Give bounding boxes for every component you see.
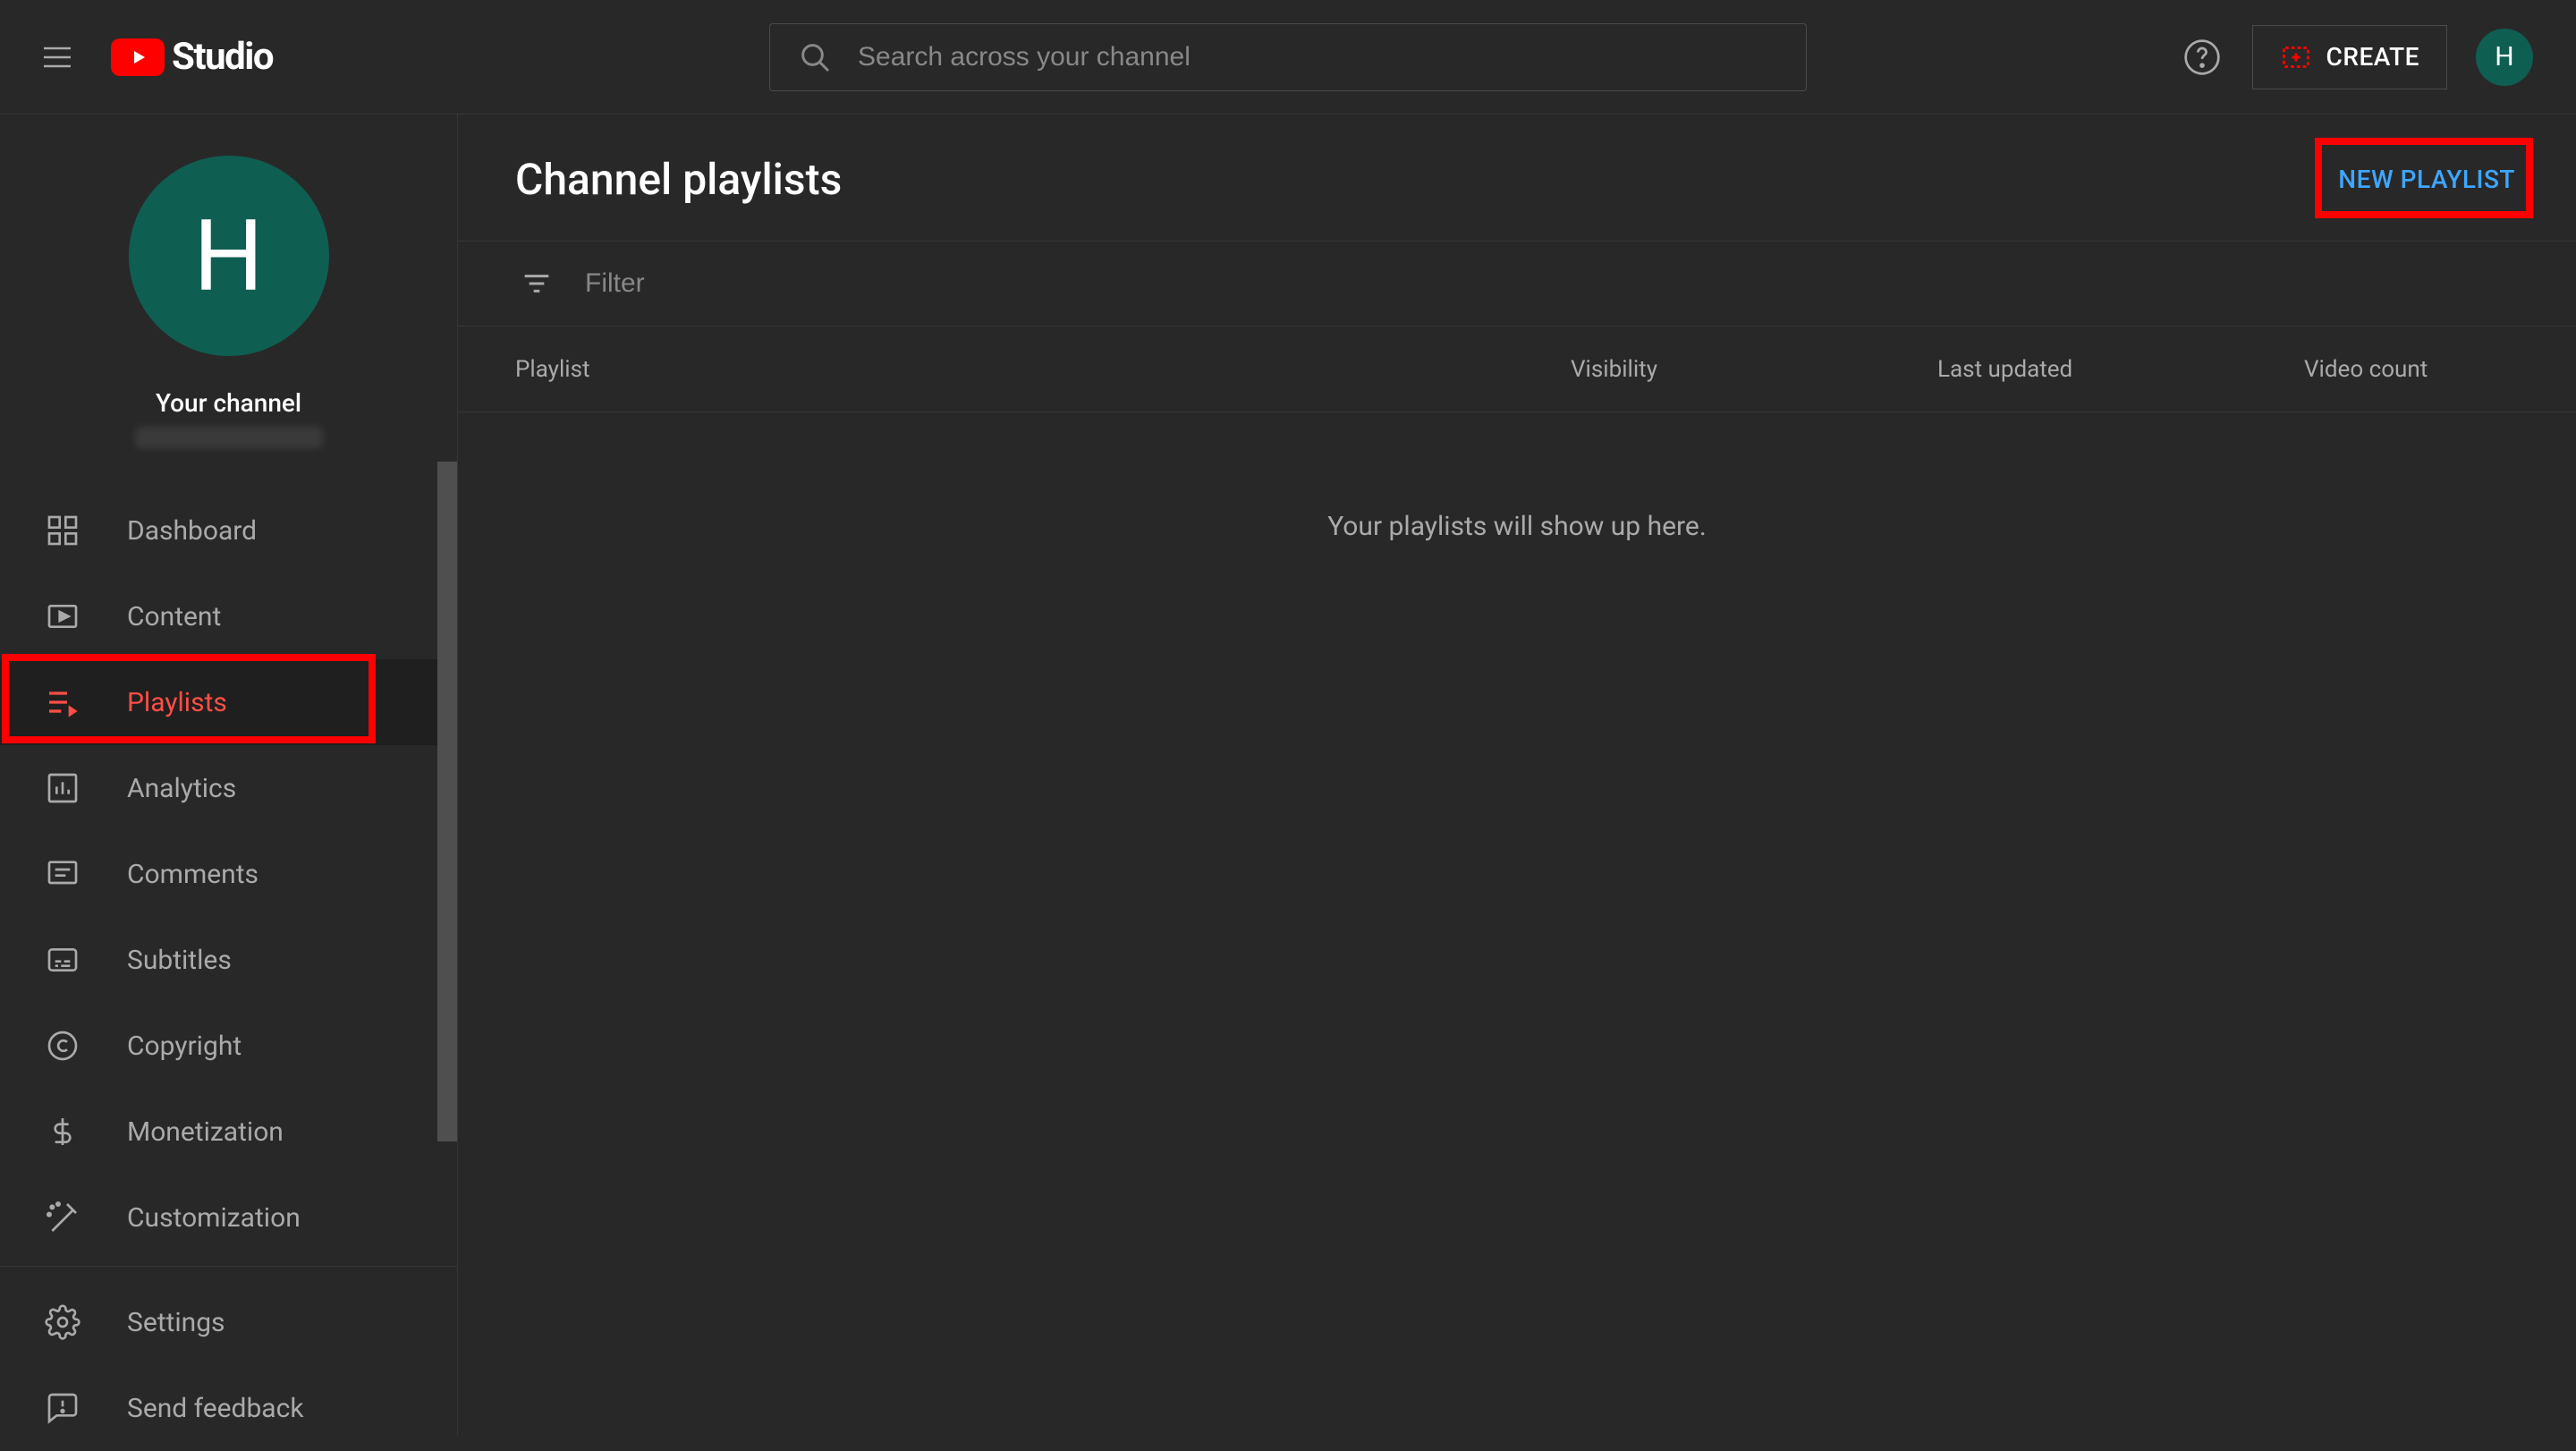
app-header: Studio CREATE H: [0, 0, 2576, 115]
nav-comments[interactable]: Comments: [0, 831, 457, 917]
column-header-updated[interactable]: Last updated: [1937, 356, 2304, 383]
page-title: Channel playlists: [515, 154, 842, 205]
filter-bar: [458, 241, 2576, 327]
help-button[interactable]: [2181, 36, 2224, 79]
copyright-icon: [45, 1028, 80, 1064]
hamburger-icon: [39, 39, 75, 75]
nav-monetization[interactable]: Monetization: [0, 1089, 457, 1175]
monetization-icon: [45, 1114, 80, 1150]
nav-label: Analytics: [127, 773, 236, 804]
account-avatar[interactable]: H: [2476, 29, 2533, 86]
column-header-count[interactable]: Video count: [2304, 356, 2519, 383]
hamburger-menu-button[interactable]: [36, 36, 79, 79]
create-button[interactable]: CREATE: [2252, 25, 2447, 89]
empty-state-message: Your playlists will show up here.: [458, 412, 2576, 542]
nav-analytics[interactable]: Analytics: [0, 745, 457, 831]
channel-info: H Your channel: [0, 115, 457, 475]
page-header: Channel playlists NEW PLAYLIST: [458, 115, 2576, 241]
sidebar-footer-nav: Settings Send feedback: [0, 1267, 457, 1451]
nav-playlists[interactable]: Playlists: [0, 659, 457, 745]
filter-input[interactable]: [585, 268, 2519, 299]
dashboard-icon: [45, 513, 80, 548]
main-content: Channel playlists NEW PLAYLIST Playlist …: [458, 115, 2576, 1435]
channel-avatar[interactable]: H: [129, 156, 329, 356]
nav-label: Dashboard: [127, 515, 257, 547]
nav-label: Comments: [127, 859, 258, 890]
subtitles-icon: [45, 942, 80, 978]
nav-label: Monetization: [127, 1116, 284, 1148]
settings-icon: [45, 1304, 80, 1340]
column-header-playlist[interactable]: Playlist: [515, 356, 1571, 383]
create-icon: [2280, 41, 2312, 73]
customization-icon: [45, 1200, 80, 1235]
analytics-icon: [45, 770, 80, 806]
nav-label: Send feedback: [127, 1393, 304, 1424]
nav-content[interactable]: Content: [0, 573, 457, 659]
filter-icon: [519, 266, 555, 301]
nav-label: Playlists: [127, 687, 227, 718]
nav-settings[interactable]: Settings: [0, 1279, 457, 1365]
new-playlist-button[interactable]: NEW PLAYLIST: [2334, 156, 2519, 203]
content-icon: [45, 598, 80, 634]
nav-copyright[interactable]: Copyright: [0, 1003, 457, 1089]
header-actions: CREATE H: [2181, 25, 2533, 89]
nav-subtitles[interactable]: Subtitles: [0, 917, 457, 1003]
youtube-play-icon: [111, 38, 165, 76]
nav-label: Customization: [127, 1202, 301, 1234]
help-icon: [2182, 38, 2222, 77]
nav-customization[interactable]: Customization: [0, 1175, 457, 1260]
nav-feedback[interactable]: Send feedback: [0, 1365, 457, 1451]
search-box[interactable]: [769, 23, 1807, 91]
logo-text: Studio: [172, 35, 273, 79]
nav-label: Settings: [127, 1307, 225, 1338]
comments-icon: [45, 856, 80, 892]
nav-dashboard[interactable]: Dashboard: [0, 488, 457, 573]
create-button-label: CREATE: [2326, 42, 2419, 72]
feedback-icon: [45, 1390, 80, 1426]
nav-label: Copyright: [127, 1031, 242, 1062]
playlists-icon: [45, 684, 80, 720]
sidebar: H Your channel Dashboard Content Playlis…: [0, 115, 458, 1435]
search-icon: [797, 39, 833, 75]
search-input[interactable]: [858, 42, 1779, 72]
studio-logo[interactable]: Studio: [111, 35, 273, 79]
search-container: [769, 23, 1807, 91]
nav-label: Content: [127, 601, 221, 632]
nav-label: Subtitles: [127, 945, 232, 976]
channel-name-blurred: [135, 427, 323, 448]
table-header-row: Playlist Visibility Last updated Video c…: [458, 327, 2576, 412]
column-header-visibility[interactable]: Visibility: [1571, 356, 1937, 383]
sidebar-scrollbar-thumb[interactable]: [437, 462, 457, 1141]
sidebar-nav: Dashboard Content Playlists Analytics Co…: [0, 475, 457, 1260]
filter-icon-button[interactable]: [515, 262, 558, 305]
channel-label: Your channel: [156, 388, 301, 418]
